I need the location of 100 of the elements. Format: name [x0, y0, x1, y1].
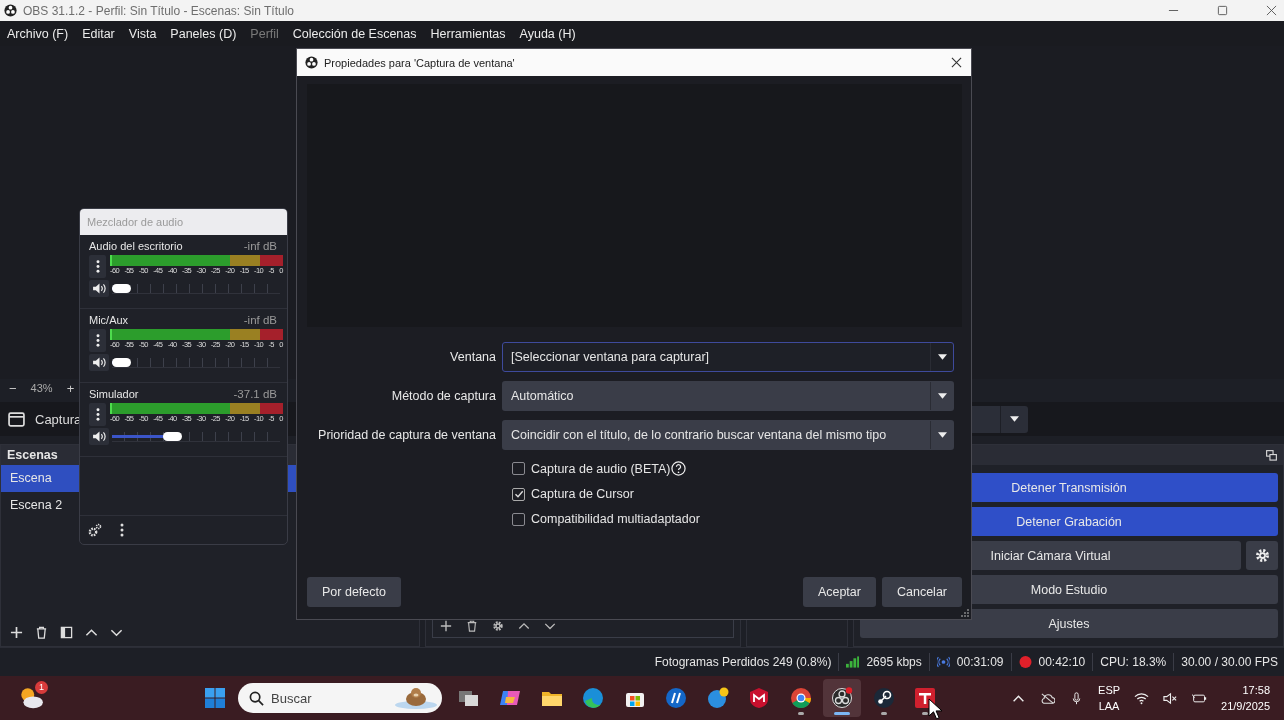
caret-icon	[937, 354, 947, 360]
start-icon[interactable]	[204, 687, 226, 709]
add-icon[interactable]	[440, 620, 452, 632]
accept-button[interactable]: Aceptar	[802, 577, 876, 607]
zoom-level: 43%	[30, 382, 53, 394]
more-icon[interactable]	[120, 523, 124, 537]
speaker-icon	[91, 283, 107, 294]
slider-handle[interactable]	[163, 431, 182, 441]
up-chevron-icon[interactable]	[518, 620, 530, 632]
speaker-muted-icon[interactable]	[1163, 691, 1179, 705]
obs-logo-icon	[4, 4, 17, 17]
zoom-in-button[interactable]: +	[66, 380, 75, 396]
speaker-icon	[91, 431, 107, 442]
notification-badge: 1	[35, 681, 48, 694]
menu-item[interactable]: Ayuda (H)	[519, 26, 576, 41]
clock-date[interactable]: 21/9/2025	[1221, 698, 1270, 714]
animal-illustration-icon	[394, 687, 438, 709]
broadcast-icon	[936, 656, 950, 668]
checkbox[interactable]	[512, 512, 525, 526]
channel-reading: -inf dB	[243, 240, 277, 252]
mixer-title: Mezclador de audio	[87, 216, 183, 228]
field-label: Ventana	[449, 350, 496, 364]
record-dot-icon	[1018, 656, 1032, 668]
channel-menu-button[interactable]	[89, 403, 106, 426]
slider-handle[interactable]	[112, 357, 131, 367]
dialog-title: Propiedades para 'Captura de ventana'	[324, 56, 515, 69]
shield-icon	[748, 687, 771, 709]
cancel-button[interactable]: Cancelar	[881, 577, 962, 607]
channel-name: Mic/Aux	[89, 314, 129, 326]
weather-widget[interactable]: 1	[18, 685, 44, 711]
checkbox-label: Captura de Cursor	[531, 487, 634, 501]
more-icon	[95, 334, 100, 347]
speaker-icon	[91, 357, 107, 368]
wifi-icon[interactable]	[1134, 691, 1150, 705]
window-title: OBS 31.1.2 - Perfil: Sin Título - Escenas: Sin Título	[23, 3, 294, 18]
caret-icon	[937, 393, 947, 399]
cpu-usage: CPU: 18.3%	[1100, 655, 1167, 669]
checkbox[interactable]	[512, 487, 525, 501]
gears-icon[interactable]	[88, 523, 102, 537]
maximize-icon[interactable]	[1217, 5, 1228, 16]
sun-cloud-icon	[18, 685, 44, 711]
channel-reading: -37.1 dB	[233, 388, 277, 400]
channel-menu-button[interactable]	[89, 329, 106, 352]
panel-icon[interactable]	[60, 625, 73, 639]
mute-button[interactable]	[89, 354, 109, 371]
settings-button[interactable]	[1246, 541, 1278, 570]
dropdown[interactable]: Automático	[502, 381, 954, 411]
hp-app-icon	[665, 687, 688, 709]
battery-icon[interactable]	[1192, 691, 1208, 705]
signal-bars-icon	[846, 656, 860, 668]
help-icon[interactable]	[671, 461, 687, 476]
edge-browser-icon	[582, 687, 605, 709]
close-icon[interactable]	[1266, 5, 1277, 16]
undock-icon[interactable]	[1266, 449, 1277, 461]
menu-item[interactable]: Editar	[82, 26, 115, 41]
add-icon[interactable]	[10, 625, 23, 639]
channel-name: Simulador	[89, 388, 139, 400]
trash-icon[interactable]	[466, 620, 478, 632]
menu-item[interactable]: Vista	[128, 26, 157, 41]
stream-time: 00:31:09	[956, 655, 1004, 669]
bitrate: 2695 kbps	[866, 655, 922, 669]
slider-handle[interactable]	[112, 283, 131, 293]
keyboard-layout[interactable]: LAA	[1098, 698, 1120, 714]
steam-app-icon	[872, 687, 895, 709]
checkbox[interactable]	[512, 462, 525, 475]
menu-item[interactable]: Paneles (D)	[170, 26, 237, 41]
resize-grip-icon[interactable]	[961, 609, 969, 617]
menu-item[interactable]: Colección de Escenas	[292, 26, 417, 41]
caret-icon	[1010, 416, 1019, 422]
mouse-cursor-icon	[928, 698, 942, 720]
checkbox-label: Compatibilidad multiadaptador	[531, 512, 700, 526]
gear-icon[interactable]	[492, 620, 504, 632]
search-field[interactable]: Buscar	[238, 683, 442, 713]
close-icon[interactable]	[951, 57, 962, 68]
field-label: Prioridad de captura de ventana	[317, 428, 496, 442]
clock-time[interactable]: 17:58	[1242, 682, 1270, 698]
channel-menu-button[interactable]	[89, 255, 106, 278]
chrome-browser-icon	[789, 687, 812, 709]
checkbox-label: Captura de audio (BETA)	[531, 461, 671, 476]
menu-item[interactable]: Archivo (F)	[7, 26, 69, 41]
zoom-out-button[interactable]: −	[9, 380, 17, 396]
mute-button[interactable]	[89, 428, 109, 445]
menu-item[interactable]: Herramientas	[430, 26, 506, 41]
channel-reading: -inf dB	[243, 314, 277, 326]
dropdown[interactable]: [Seleccionar ventana para capturar]	[502, 342, 954, 372]
defaults-button[interactable]: Por defecto	[307, 577, 401, 607]
settings-icon	[1254, 548, 1270, 563]
trash-icon[interactable]	[35, 625, 48, 639]
help-app-icon	[706, 687, 729, 709]
cloud-off-icon[interactable]	[1040, 691, 1056, 705]
fps: 30.00 / 30.00 FPS	[1181, 655, 1278, 669]
input-language[interactable]: ESP	[1098, 682, 1121, 698]
dropped-frames: Fotogramas Perdidos 249 (0.8%)	[654, 655, 832, 669]
dropdown[interactable]: Coincidir con el título, de lo contrario buscar ventana del mismo tipo	[502, 420, 954, 450]
obs-logo-icon	[305, 56, 318, 69]
mute-button[interactable]	[89, 280, 109, 297]
more-icon	[95, 260, 100, 273]
panel-title: Escenas	[7, 448, 58, 462]
search-icon	[249, 691, 264, 706]
taskbar-button[interactable]	[823, 679, 862, 717]
